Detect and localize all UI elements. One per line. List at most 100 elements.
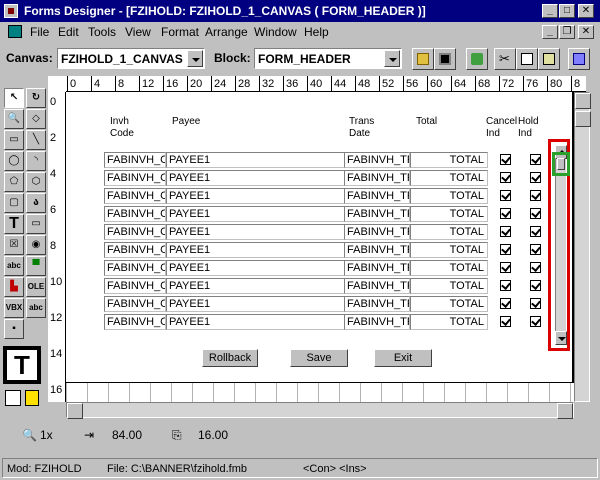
trans-date-field[interactable]: FABINVH_TR — [344, 170, 410, 186]
payee-field[interactable]: PAYEE1 — [166, 278, 346, 294]
hold-ind-checkbox[interactable] — [530, 190, 541, 201]
trans-date-field[interactable]: FABINVH_TR — [344, 278, 410, 294]
cut-icon[interactable]: ✂ — [494, 48, 516, 70]
record-scrollbar-thumb[interactable] — [557, 158, 565, 170]
chevron-down-icon[interactable] — [384, 50, 400, 67]
cancel-ind-checkbox[interactable] — [500, 262, 511, 273]
payee-field[interactable]: PAYEE1 — [166, 296, 346, 312]
display-item-icon[interactable]: abc — [26, 298, 46, 318]
select-arrow-icon[interactable]: ↖ — [4, 88, 24, 108]
paste-icon[interactable] — [538, 48, 560, 70]
arc-icon[interactable]: ◝ — [26, 151, 46, 171]
text-tool-icon[interactable]: T — [4, 214, 24, 234]
menu-help[interactable]: Help — [304, 25, 329, 39]
magnify-icon[interactable]: 🔍 — [4, 109, 24, 129]
rollback-button[interactable]: Rollback — [202, 349, 258, 367]
doc-restore-button[interactable]: ❐ — [559, 25, 575, 39]
trans-date-field[interactable]: FABINVH_TR — [344, 296, 410, 312]
invh-code-field[interactable]: FABINVH_C — [104, 170, 166, 186]
total-field[interactable]: TOTAL — [410, 278, 488, 294]
scroll-left-icon[interactable] — [67, 403, 83, 419]
invh-code-field[interactable]: FABINVH_C — [104, 314, 166, 330]
invh-code-field[interactable]: FABINVH_C — [104, 152, 166, 168]
vertical-scroll-thumb[interactable] — [575, 111, 591, 127]
trans-date-field[interactable]: FABINVH_TR — [344, 224, 410, 240]
invh-code-field[interactable]: FABINVH_C — [104, 296, 166, 312]
menu-window[interactable]: Window — [254, 25, 297, 39]
checkbox-tool-icon[interactable]: ☒ — [4, 235, 24, 255]
total-field[interactable]: TOTAL — [410, 152, 488, 168]
scroll-right-icon[interactable] — [557, 403, 573, 419]
horizontal-scrollbar[interactable] — [66, 402, 574, 419]
scroll-down-arrow-icon[interactable] — [555, 331, 567, 345]
save-button[interactable]: Save — [290, 349, 348, 367]
trans-date-field[interactable]: FABINVH_TR — [344, 206, 410, 222]
cancel-ind-checkbox[interactable] — [500, 280, 511, 291]
layout-canvas[interactable]: Invh Code Payee Trans Date Total Cancel … — [66, 92, 574, 402]
vertical-scrollbar[interactable] — [574, 92, 591, 402]
trans-date-field[interactable]: FABINVH_TR — [344, 242, 410, 258]
canvas-select[interactable]: FZIHOLD_1_CANVAS — [57, 48, 205, 69]
doc-close-button[interactable]: ✕ — [578, 25, 594, 39]
hold-ind-checkbox[interactable] — [530, 298, 541, 309]
maximize-button[interactable]: □ — [559, 4, 575, 18]
invh-code-field[interactable]: FABINVH_C — [104, 242, 166, 258]
cancel-ind-checkbox[interactable] — [500, 244, 511, 255]
freehand-icon[interactable]: ა — [26, 193, 46, 213]
payee-field[interactable]: PAYEE1 — [166, 170, 346, 186]
paint-bucket-icon[interactable] — [25, 390, 39, 406]
hold-ind-checkbox[interactable] — [530, 280, 541, 291]
payee-field[interactable]: PAYEE1 — [166, 260, 346, 276]
rotate-icon[interactable]: ↻ — [26, 88, 46, 108]
doc-minimize-button[interactable]: _ — [542, 25, 558, 39]
color-palette[interactable] — [5, 390, 41, 410]
hold-ind-checkbox[interactable] — [530, 226, 541, 237]
document-icon[interactable] — [8, 25, 22, 38]
arrange-icon[interactable] — [568, 48, 590, 70]
chevron-down-icon[interactable] — [187, 50, 203, 67]
app-icon[interactable] — [4, 4, 18, 18]
exit-button[interactable]: Exit — [374, 349, 432, 367]
run-icon[interactable] — [466, 48, 488, 70]
total-field[interactable]: TOTAL — [410, 242, 488, 258]
cancel-ind-checkbox[interactable] — [500, 298, 511, 309]
reshape-icon[interactable]: ◇ — [26, 109, 46, 129]
minimize-button[interactable]: _ — [542, 4, 558, 18]
close-button[interactable]: ✕ — [578, 4, 594, 18]
cancel-ind-checkbox[interactable] — [500, 316, 511, 327]
hold-ind-checkbox[interactable] — [530, 262, 541, 273]
hold-ind-checkbox[interactable] — [530, 208, 541, 219]
list-item-icon[interactable]: ▪ — [4, 319, 24, 339]
trans-date-field[interactable]: FABINVH_TR — [344, 152, 410, 168]
save-icon[interactable] — [434, 48, 456, 70]
hold-ind-checkbox[interactable] — [530, 316, 541, 327]
ellipse-icon[interactable]: ◯ — [4, 151, 24, 171]
menu-view[interactable]: View — [125, 25, 151, 39]
text-item-icon[interactable]: abc — [4, 256, 24, 276]
trans-date-field[interactable]: FABINVH_TR — [344, 314, 410, 330]
total-field[interactable]: TOTAL — [410, 224, 488, 240]
menu-edit[interactable]: Edit — [58, 25, 79, 39]
trans-date-field[interactable]: FABINVH_TR — [344, 260, 410, 276]
vbx-item-icon[interactable]: VBX — [4, 298, 24, 318]
radio-tool-icon[interactable]: ◉ — [26, 235, 46, 255]
cancel-ind-checkbox[interactable] — [500, 226, 511, 237]
chart-item-icon[interactable]: ▙ — [4, 277, 24, 297]
cancel-ind-checkbox[interactable] — [500, 190, 511, 201]
polygon-icon[interactable]: ⬠ — [4, 172, 24, 192]
scroll-up-icon[interactable] — [575, 93, 591, 109]
polyline-icon[interactable]: ⬡ — [26, 172, 46, 192]
payee-field[interactable]: PAYEE1 — [166, 206, 346, 222]
cancel-ind-checkbox[interactable] — [500, 172, 511, 183]
payee-field[interactable]: PAYEE1 — [166, 188, 346, 204]
hold-ind-checkbox[interactable] — [530, 244, 541, 255]
cancel-ind-checkbox[interactable] — [500, 154, 511, 165]
total-field[interactable]: TOTAL — [410, 188, 488, 204]
payee-field[interactable]: PAYEE1 — [166, 314, 346, 330]
total-field[interactable]: TOTAL — [410, 260, 488, 276]
invh-code-field[interactable]: FABINVH_C — [104, 224, 166, 240]
menu-file[interactable]: File — [30, 25, 49, 39]
copy-icon[interactable] — [516, 48, 538, 70]
hold-ind-checkbox[interactable] — [530, 172, 541, 183]
fill-color-swatch[interactable] — [5, 390, 21, 406]
